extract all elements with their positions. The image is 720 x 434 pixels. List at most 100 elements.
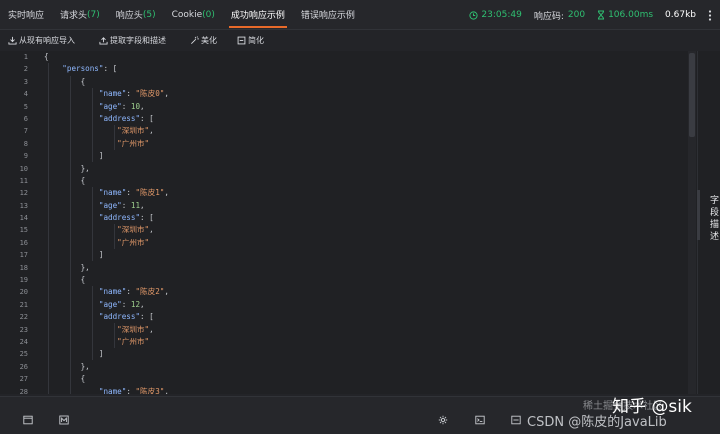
markdown-icon[interactable] xyxy=(58,414,70,426)
code-value: 200 xyxy=(567,10,586,20)
extract-fields-button[interactable]: 提取字段和描述 xyxy=(99,35,166,46)
line-number: 20 xyxy=(19,288,28,297)
extract-label: 提取字段和描述 xyxy=(110,35,166,45)
import-from-response-button[interactable]: 从现有响应导入 xyxy=(8,35,75,46)
line-number: 11 xyxy=(19,176,28,185)
line-number: 28 xyxy=(19,387,28,394)
line-number: 26 xyxy=(19,362,28,371)
side-panel-resize-handle[interactable] xyxy=(697,190,700,240)
terminal-icon[interactable] xyxy=(474,414,486,426)
code-line: "name": "陈皮2", xyxy=(98,287,169,297)
editor-toolbar: 从现有响应导入 提取字段和描述 美化 简化 xyxy=(0,30,720,50)
line-number: 23 xyxy=(19,325,28,334)
code-line: { xyxy=(44,52,49,61)
simplify-button[interactable]: 简化 xyxy=(237,35,264,46)
code-area[interactable]: { "persons": [ { "name": "陈皮0", "age": 1… xyxy=(44,51,684,394)
window-icon[interactable] xyxy=(22,414,34,426)
json-code-editor[interactable]: 1 2 3 4 5 6 7 8 9 10 11 12 13 14 15 16 17 18 19 20 21 22 23 24 2… xyxy=(0,51,700,394)
tab-label: 错误响应示例 xyxy=(300,11,355,21)
tab-response-headers[interactable]: 响应头 (5) xyxy=(108,0,164,30)
tab-label: Cookie xyxy=(171,9,203,20)
code-line: "广州市" xyxy=(117,336,150,346)
line-number: 15 xyxy=(19,226,28,235)
tab-cookie[interactable]: Cookie (0) xyxy=(164,0,223,30)
more-vertical-icon[interactable] xyxy=(708,9,712,21)
line-number: 1 xyxy=(23,53,28,61)
line-number: 25 xyxy=(19,350,28,359)
code-line: "address": [ xyxy=(98,213,154,223)
simplify-label: 简化 xyxy=(248,35,264,45)
line-number: 10 xyxy=(19,164,28,173)
line-number: 12 xyxy=(19,189,28,198)
line-number: 5 xyxy=(23,102,28,111)
code-line: ] xyxy=(44,250,104,260)
code-line: "name": "陈皮0", xyxy=(98,89,169,99)
code-line: "age": 10, xyxy=(98,101,145,111)
response-tab-bar: 实时响应 请求头 (7) 响应头 (5) Cookie (0) 成功响应示例 错… xyxy=(0,0,720,30)
code-line: "name": "陈皮3", xyxy=(98,386,169,394)
code-line: }, xyxy=(44,163,90,173)
line-number: 13 xyxy=(19,201,28,210)
beautify-button[interactable]: 美化 xyxy=(190,35,217,46)
clock-icon xyxy=(469,10,479,20)
line-number: 19 xyxy=(19,276,28,285)
code-line: ] xyxy=(44,349,104,359)
line-number: 3 xyxy=(23,77,28,86)
line-number: 17 xyxy=(19,251,28,260)
size-value: 0.67kb xyxy=(665,10,696,20)
line-number: 8 xyxy=(23,139,28,148)
code-label: 响应码: xyxy=(533,11,564,22)
line-number: 16 xyxy=(19,238,28,247)
code-line: "persons": [ xyxy=(62,64,118,74)
code-line: ] xyxy=(44,151,104,161)
line-number: 2 xyxy=(23,65,28,74)
code-line: "address": [ xyxy=(98,113,154,123)
code-line: "name": "陈皮1", xyxy=(98,188,169,198)
upload-icon xyxy=(99,36,108,45)
tab-error-example[interactable]: 错误响应示例 xyxy=(293,0,363,30)
tab-count: 5 xyxy=(146,9,153,20)
line-number: 27 xyxy=(19,375,28,384)
code-line: { xyxy=(44,275,86,285)
code-line: "广州市" xyxy=(117,138,150,148)
hourglass-icon xyxy=(597,10,605,20)
duration-value: 106.00ms xyxy=(608,10,654,20)
field-description-toggle[interactable]: 字段描述 xyxy=(710,195,720,243)
time-value: 23:05:49 xyxy=(481,10,522,20)
code-line: }, xyxy=(44,262,90,272)
line-number: 4 xyxy=(23,90,28,99)
code-line: }, xyxy=(44,361,90,371)
import-label: 从现有响应导入 xyxy=(19,35,75,45)
csdn-watermark: CSDN @陈皮的JavaLib xyxy=(527,415,667,430)
code-line: "address": [ xyxy=(98,312,154,322)
tab-success-example[interactable]: 成功响应示例 xyxy=(223,0,293,30)
code-line: { xyxy=(44,374,86,384)
vertical-scrollbar[interactable] xyxy=(688,51,696,394)
compress-icon xyxy=(237,36,246,44)
settings-icon[interactable] xyxy=(437,414,449,426)
tab-label: 成功响应示例 xyxy=(230,11,285,21)
tab-count: 0 xyxy=(205,9,212,20)
line-number: 14 xyxy=(19,214,28,223)
magic-wand-icon xyxy=(191,35,199,44)
line-number-gutter: 1 2 3 4 5 6 7 8 9 10 11 12 13 14 15 16 17 18 19 20 21 22 23 24 2… xyxy=(0,51,34,394)
beautify-label: 美化 xyxy=(201,35,217,45)
tab-label: 实时响应 xyxy=(8,11,45,21)
code-line: { xyxy=(44,175,86,185)
code-line: "深圳市", xyxy=(117,126,154,136)
layout-icon[interactable] xyxy=(510,414,522,426)
response-code: 响应码: 200 xyxy=(534,9,585,22)
response-time: 23:05:49 xyxy=(469,10,522,20)
tab-request-headers[interactable]: 请求头 (7) xyxy=(52,0,108,30)
vertical-scroll-thumb[interactable] xyxy=(689,53,695,137)
tab-realtime-response[interactable]: 实时响应 xyxy=(0,0,52,30)
response-duration: 106.00ms xyxy=(597,10,653,20)
code-line: { xyxy=(44,76,86,86)
line-number: 9 xyxy=(23,152,28,161)
code-line: "age": 11, xyxy=(98,200,145,210)
tab-label: 请求头 xyxy=(60,11,88,21)
line-number: 6 xyxy=(23,114,28,123)
response-size: 0.67kb xyxy=(665,10,696,20)
code-line: "深圳市", xyxy=(117,324,154,334)
response-meta: 23:05:49 响应码: 200 106.00ms 0.67kb xyxy=(469,0,720,30)
